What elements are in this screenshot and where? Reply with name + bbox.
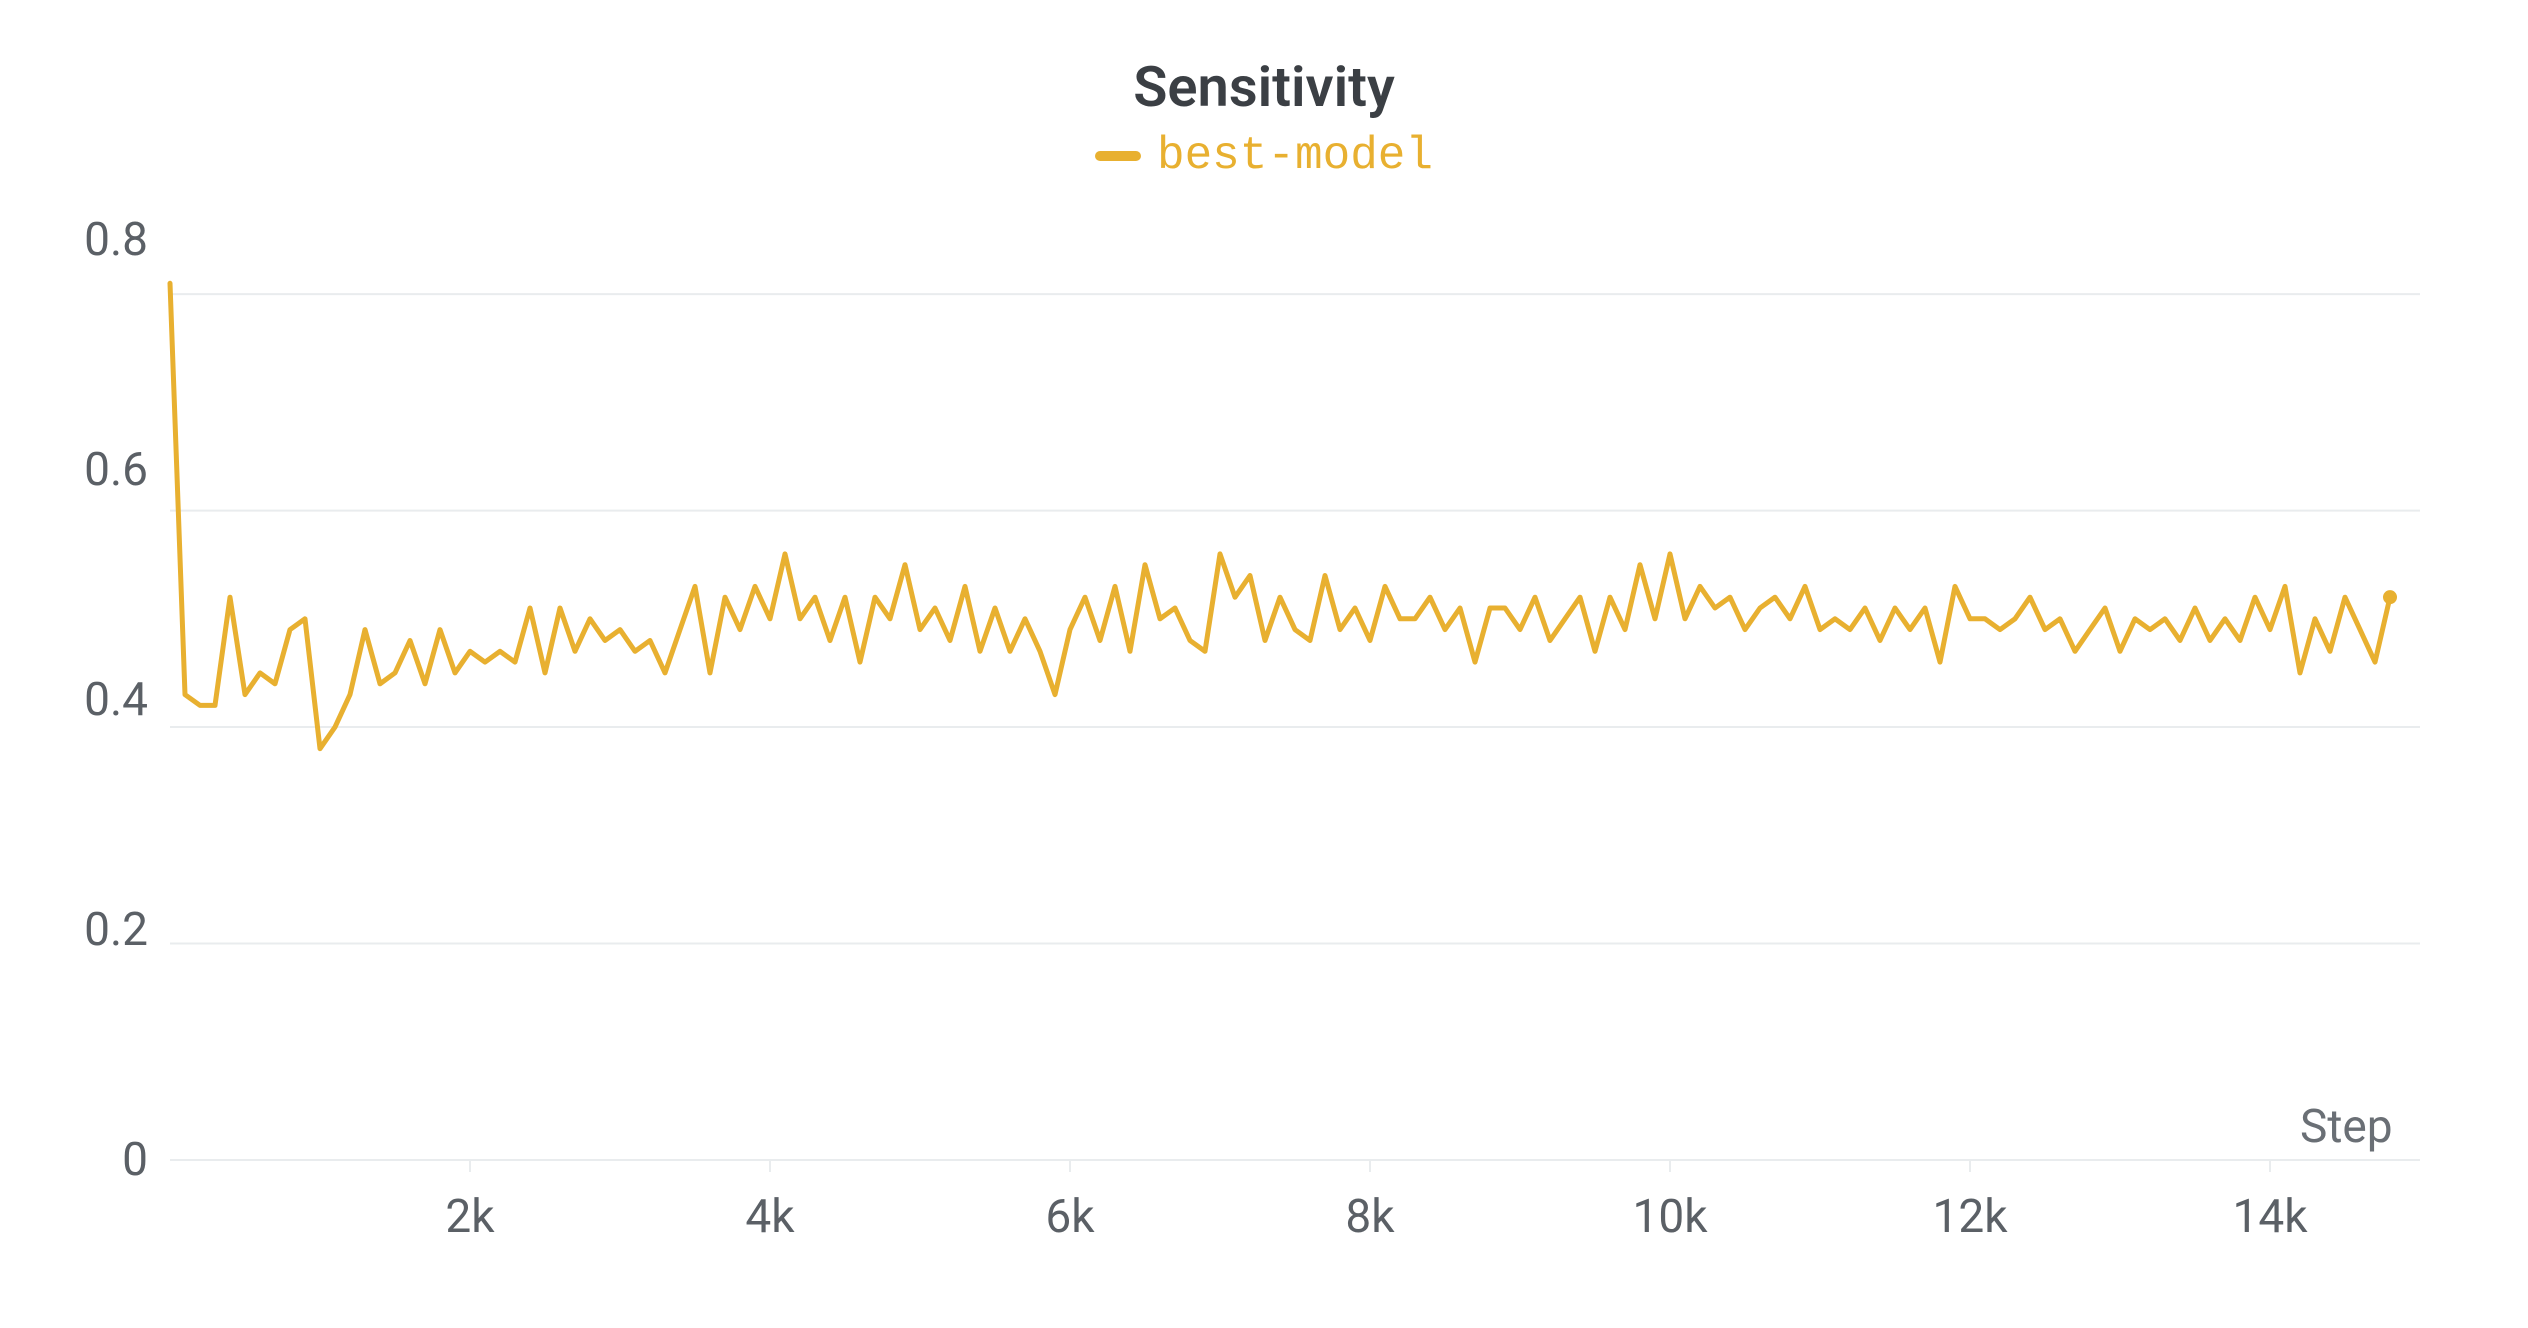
- y-tick-label: 0: [28, 1133, 148, 1187]
- legend-swatch-icon: [1095, 151, 1141, 161]
- x-tick-label: 8k: [1345, 1190, 1394, 1244]
- chart-legend: best-model: [0, 130, 2528, 182]
- series-end-dot: [2383, 590, 2397, 604]
- plot-svg: [170, 240, 2420, 1160]
- y-tick-label: 0.6: [28, 443, 148, 497]
- plot-area: [170, 240, 2420, 1160]
- x-tick-label: 14k: [2232, 1190, 2307, 1244]
- y-tick-label: 0.2: [28, 903, 148, 957]
- sensitivity-chart: Sensitivity best-model 0.8 0.6 0.4 0.2 0…: [0, 0, 2528, 1328]
- x-tick-label: 12k: [1932, 1190, 2007, 1244]
- series-line-best-model: [170, 283, 2390, 748]
- chart-title: Sensitivity: [0, 54, 2528, 120]
- y-tick-label: 0.8: [28, 213, 148, 267]
- x-tick-label: 4k: [745, 1190, 794, 1244]
- x-tick-label: 2k: [445, 1190, 494, 1244]
- y-tick-label: 0.4: [28, 673, 148, 727]
- x-tick-label: 6k: [1045, 1190, 1094, 1244]
- x-tick-label: 10k: [1632, 1190, 1707, 1244]
- legend-series-label: best-model: [1157, 130, 1433, 182]
